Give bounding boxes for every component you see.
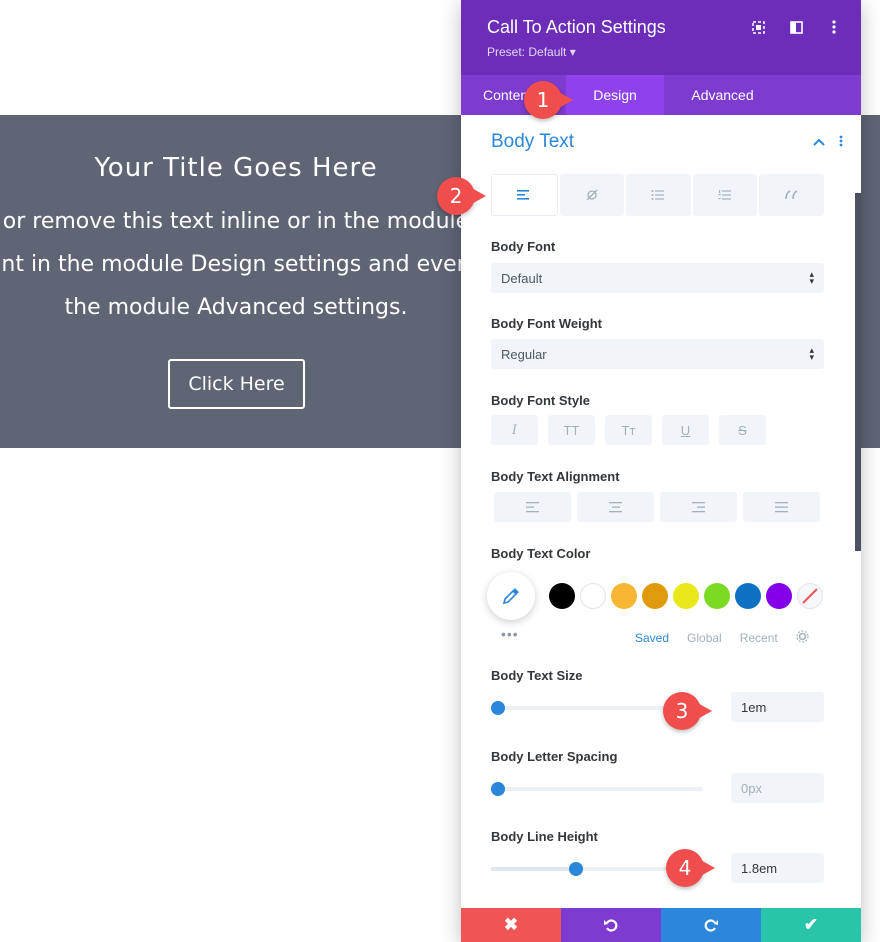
alignment-buttons [494,492,820,522]
chevron-up-icon[interactable] [813,135,825,150]
split-view-icon[interactable] [787,18,805,36]
slider-fill [491,867,576,871]
slider-knob[interactable] [491,701,505,715]
body-font-weight-label: Body Font Weight [491,316,602,331]
tab-design[interactable]: Design [566,75,664,115]
panel-header: Call To Action Settings Preset: Default … [461,0,861,75]
cta-body-text: or remove this text inline or in the mod… [0,200,492,329]
callout-badge: 1 [524,81,573,119]
palette-tab-saved[interactable]: Saved [635,631,669,645]
cta-body-line: or remove this text inline or in the mod… [2,209,470,234]
body-letter-spacing-slider[interactable] [491,782,703,796]
select-arrows-icon: ▴ ▾ [809,345,814,362]
align-right-icon[interactable] [660,492,737,522]
body-text-size-input[interactable]: 1em [731,692,824,722]
slider-knob[interactable] [491,782,505,796]
cta-button[interactable]: Click Here [168,359,305,409]
body-font-weight-value: Regular [501,346,547,362]
strikethrough-button[interactable]: S [719,415,766,445]
cta-body-line: the module Advanced settings. [64,295,408,320]
section-title-body-text[interactable]: Body Text [491,131,574,153]
align-left-icon[interactable] [494,492,571,522]
select-arrows-icon: ▴ ▾ [809,269,814,286]
undo-button[interactable] [561,908,661,942]
preset-dropdown[interactable]: Preset: Default ▾ [487,45,576,59]
palette-tab-global[interactable]: Global [687,631,722,645]
callout-badge: 4 [666,849,715,887]
swatch-yellow[interactable] [673,583,699,609]
swatch-blue[interactable] [735,583,761,609]
uppercase-button[interactable]: TT [548,415,595,445]
align-justify-icon[interactable] [743,492,820,522]
slider-knob[interactable] [568,862,583,876]
eyedropper-icon[interactable] [487,572,535,620]
body-font-style-label: Body Font Style [491,393,590,408]
callout-badge: 3 [663,692,712,730]
palette-tab-recent[interactable]: Recent [740,631,778,645]
body-font-weight-select[interactable]: Regular ▴ ▾ [491,339,824,369]
swatch-white[interactable] [580,583,606,609]
section-tools [813,135,843,150]
scrollbar[interactable] [855,193,861,551]
body-letter-spacing-input[interactable]: 0px [731,773,824,803]
body-font-select[interactable]: Default ▴ ▾ [491,263,824,293]
body-font-label: Body Font [491,239,556,254]
swatch-orange[interactable] [642,583,668,609]
no-color-swatch[interactable] [797,583,823,609]
palette-settings-icon[interactable] [796,630,809,646]
font-style-buttons: I TT Tт U S [491,415,766,445]
callout-pointer [697,858,715,878]
body-line-height-input[interactable]: 1.8em [731,853,824,883]
header-icons [749,18,843,36]
subtab-link-icon[interactable] [559,174,625,216]
cancel-button[interactable]: ✖ [461,908,561,942]
panel-footer: ✖ ✔ [461,908,861,942]
panel-tabs: Content Design Advanced [461,75,861,115]
stage: Your Title Goes Here or remove this text… [0,0,880,942]
align-center-icon[interactable] [577,492,654,522]
swatch-black[interactable] [549,583,575,609]
body-text-size-label: Body Text Size [491,668,583,683]
text-subtabs [491,174,824,216]
underline-button[interactable]: U [662,415,709,445]
swatch-purple[interactable] [766,583,792,609]
tab-advanced[interactable]: Advanced [664,75,781,115]
subtab-text-icon[interactable] [491,174,558,216]
body-line-height-label: Body Line Height [491,829,598,844]
subtab-bullet-list-icon[interactable] [626,174,691,216]
cta-title: Your Title Goes Here [94,153,378,183]
settings-panel: Call To Action Settings Preset: Default … [461,0,861,942]
expand-icon[interactable] [749,18,767,36]
subtab-quote-icon[interactable] [759,174,824,216]
cta-body-line: nt in the module Design settings and eve… [1,252,471,277]
redo-button[interactable] [661,908,761,942]
swatch-amber[interactable] [611,583,637,609]
color-swatches [549,583,823,609]
italic-button[interactable]: I [491,415,538,445]
swatch-green[interactable] [704,583,730,609]
more-colors-icon[interactable]: ••• [501,626,519,642]
body-letter-spacing-label: Body Letter Spacing [491,749,618,764]
callout-pointer [555,90,573,110]
panel-title: Call To Action Settings [487,17,666,37]
more-options-icon[interactable] [825,18,843,36]
capitalize-button[interactable]: Tт [605,415,652,445]
body-text-alignment-label: Body Text Alignment [491,469,620,484]
section-more-icon[interactable] [839,135,843,150]
save-button[interactable]: ✔ [761,908,861,942]
body-font-value: Default [501,270,543,286]
subtab-numbered-list-icon[interactable] [692,174,758,216]
palette-tabs: Saved Global Recent [635,630,809,646]
callout-badge: 2 [437,177,486,215]
body-text-color-label: Body Text Color [491,546,591,561]
callout-pointer [694,701,712,721]
callout-pointer [468,186,486,206]
